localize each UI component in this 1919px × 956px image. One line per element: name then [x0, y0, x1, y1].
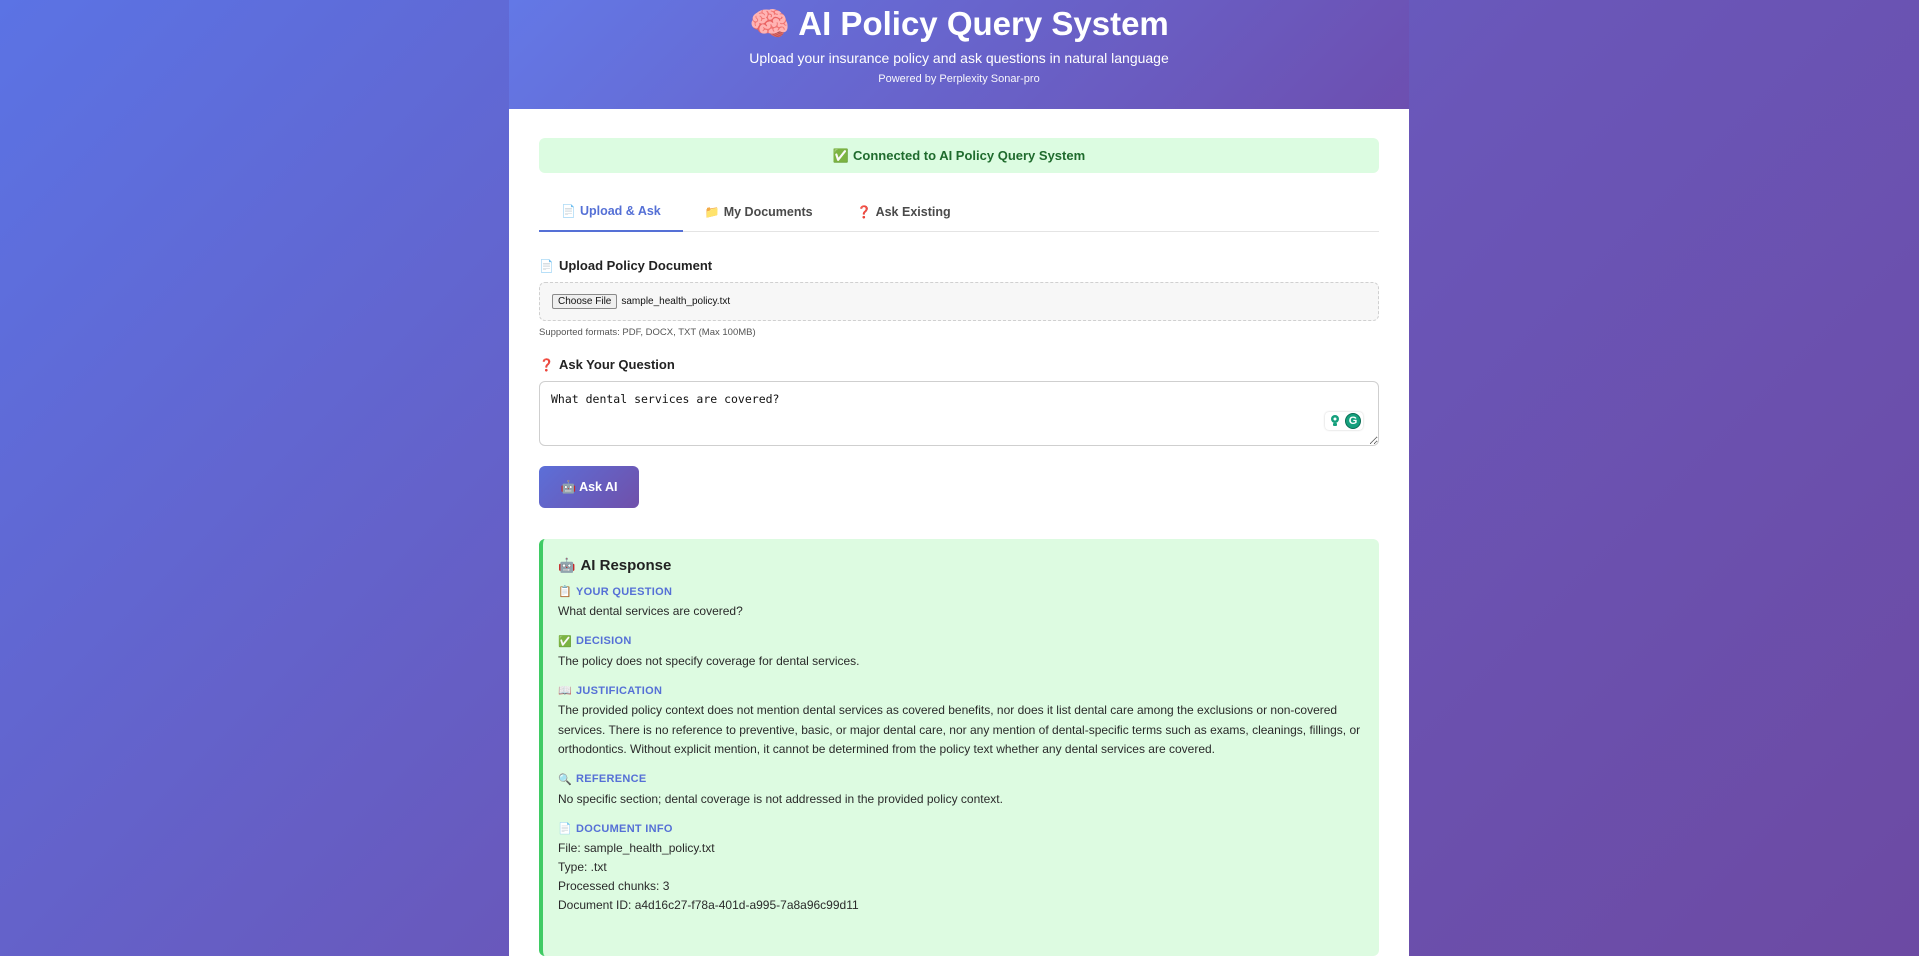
decision-label: ✅ DECISION [558, 635, 1361, 648]
reference-text: No specific section; dental coverage is … [558, 791, 1003, 806]
tab-bar: 📄 Upload & Ask 📁 My Documents ❓ Ask Exis… [539, 191, 1379, 232]
check-icon: ✅ [558, 635, 572, 648]
question-input[interactable]: What dental services are covered? [539, 381, 1379, 446]
upload-label: 📄 Upload Policy Document [539, 258, 1379, 273]
tab-label: Ask Existing [875, 204, 951, 219]
field-label-text: REFERENCE [576, 773, 647, 785]
your-question-text: What dental services are covered? [558, 604, 743, 618]
document-icon: 📄 [539, 258, 554, 273]
check-icon: ✅ [832, 147, 850, 163]
justification-text: The provided policy context does not men… [558, 703, 1361, 756]
response-title: 🤖 AI Response [558, 557, 1361, 574]
magnifier-icon: 🔍 [558, 773, 572, 786]
choose-file-button[interactable]: Choose File [552, 294, 618, 309]
document-chunks: Processed chunks: 3 [558, 879, 670, 893]
field-label-text: YOUR QUESTION [576, 585, 673, 598]
question-icon: ❓ [539, 357, 554, 372]
justification-label: 📖 JUSTIFICATION [558, 684, 1361, 698]
tab-ask-existing[interactable]: ❓ Ask Existing [835, 191, 973, 232]
powered-by: Powered by Perplexity Sonar-pro [878, 73, 1040, 85]
main-content: ✅ Connected to AI Policy Query System 📄 … [509, 109, 1409, 956]
app-container: 🧠 AI Policy Query System Upload your ins… [509, 0, 1409, 956]
document-id: Document ID: a4d16c27-f78a-401d-a995-7a8… [558, 898, 859, 912]
connection-status: ✅ Connected to AI Policy Query System [539, 138, 1379, 173]
reference-label: 🔍 REFERENCE [558, 773, 1361, 786]
tab-label: Upload & Ask [579, 203, 661, 218]
book-icon: 📖 [558, 685, 572, 697]
connection-status-text: Connected to AI Policy Query System [853, 148, 1086, 163]
question-label-text: Ask Your Question [558, 357, 675, 372]
robot-icon: 🤖 [560, 479, 577, 494]
supported-formats-hint: Supported formats: PDF, DOCX, TXT (Max 1… [539, 327, 756, 338]
question-input-wrapper: What dental services are covered? G [539, 381, 1379, 451]
tab-upload-and-ask[interactable]: 📄 Upload & Ask [539, 191, 683, 232]
response-title-text: AI Response [580, 557, 672, 574]
selected-file-name: sample_health_policy.txt [621, 296, 731, 307]
document-info-label: 📄 DOCUMENT INFO [558, 822, 1361, 836]
document-icon: 📄 [561, 203, 576, 218]
document-icon: 📄 [558, 823, 572, 835]
lightbulb-icon[interactable] [1327, 413, 1343, 429]
ask-ai-button[interactable]: 🤖 Ask AI [539, 466, 639, 508]
decision-text: The policy does not specify coverage for… [558, 653, 860, 668]
page-title: 🧠 AI Policy Query System [509, 0, 1409, 43]
brain-icon: 🧠 [749, 5, 791, 42]
field-label-text: DOCUMENT INFO [576, 822, 673, 835]
ask-ai-label: Ask AI [579, 479, 618, 494]
grammarly-widget[interactable]: G [1325, 412, 1363, 430]
page-header: 🧠 AI Policy Query System Upload your ins… [509, 0, 1409, 109]
your-question-label: 📋 YOUR QUESTION [558, 585, 1361, 599]
clipboard-icon: 📋 [558, 586, 572, 598]
grammarly-icon[interactable]: G [1345, 413, 1361, 429]
field-label-text: JUSTIFICATION [576, 684, 663, 697]
ai-response-panel: 🤖 AI Response 📋 YOUR QUESTION What denta… [539, 539, 1379, 956]
page-subtitle: Upload your insurance policy and ask que… [749, 50, 1169, 66]
page-title-text: AI Policy Query System [798, 5, 1169, 42]
question-label: ❓ Ask Your Question [539, 357, 1379, 372]
upload-label-text: Upload Policy Document [558, 258, 713, 273]
question-icon: ❓ [856, 204, 872, 219]
document-type: Type: .txt [558, 860, 607, 874]
tab-label: My Documents [723, 204, 813, 219]
file-upload-area[interactable]: Choose File sample_health_policy.txt [539, 282, 1379, 321]
robot-icon: 🤖 [558, 557, 576, 573]
field-label-text: DECISION [576, 635, 632, 647]
tab-my-documents[interactable]: 📁 My Documents [683, 191, 835, 232]
document-info: File: sample_health_policy.txt Type: .tx… [558, 839, 1361, 915]
folder-icon: 📁 [704, 204, 720, 219]
document-file: File: sample_health_policy.txt [558, 841, 715, 855]
